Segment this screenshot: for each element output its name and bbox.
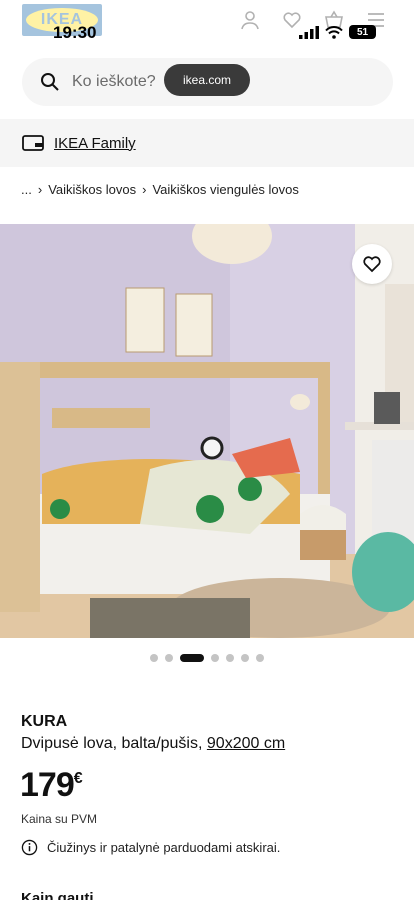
signal-icon: [299, 25, 319, 39]
breadcrumb-item[interactable]: Vaikiškos lovos: [48, 182, 136, 197]
product-price: 179€: [20, 766, 83, 805]
wifi-icon: [325, 25, 343, 39]
product-size-link[interactable]: 90x200 cm: [207, 735, 285, 752]
next-section-heading: Kain gauti: [21, 890, 94, 900]
price-value: 179: [20, 766, 75, 804]
carousel-dot[interactable]: [256, 654, 264, 662]
carousel-dots: [0, 654, 414, 662]
search-icon: [41, 73, 59, 91]
search-placeholder: Ko ieškote?: [72, 73, 156, 90]
carousel-dot[interactable]: [150, 654, 158, 662]
carousel-dot[interactable]: [165, 654, 173, 662]
price-currency: €: [73, 770, 83, 787]
breadcrumb-item[interactable]: Vaikiškos viengulės lovos: [152, 182, 298, 197]
status-icons: 51: [299, 25, 376, 39]
breadcrumb-ellipsis[interactable]: ...: [21, 182, 32, 197]
product-description: Dvipusė lova, balta/pušis,: [21, 735, 203, 752]
favorite-button[interactable]: [352, 244, 392, 284]
breadcrumb: ... › Vaikiškos lovos › Vaikiškos viengu…: [21, 182, 299, 197]
chevron-right-icon: ›: [37, 182, 43, 197]
user-icon[interactable]: [240, 10, 260, 30]
vat-note: Kaina su PVM: [21, 812, 98, 826]
carousel-dot[interactable]: [211, 654, 219, 662]
info-note: Čiužinys ir patalynė parduodami atskirai…: [21, 839, 280, 856]
heart-outline-icon: [363, 256, 381, 273]
product-name: KURA: [21, 713, 68, 730]
status-time: 19:30: [53, 23, 97, 42]
product-photo-illustration: [0, 224, 414, 638]
product-image[interactable]: [0, 224, 414, 638]
card-icon: [22, 135, 44, 151]
product-description-row: Dvipusė lova, balta/pušis, 90x200 cm: [21, 735, 285, 753]
info-note-text: Čiužinys ir patalynė parduodami atskirai…: [47, 840, 281, 855]
ikea-family-banner[interactable]: IKEA Family: [0, 119, 414, 167]
battery-icon: 51: [349, 25, 376, 39]
url-pill[interactable]: ikea.com: [164, 64, 250, 96]
chevron-right-icon: ›: [142, 182, 147, 197]
ikea-family-link[interactable]: IKEA Family: [54, 135, 136, 152]
info-icon: [21, 839, 38, 856]
carousel-dot[interactable]: [180, 654, 204, 662]
top-bar: IKEA 19:30 51: [0, 0, 414, 52]
carousel-dot[interactable]: [241, 654, 249, 662]
carousel-dot[interactable]: [226, 654, 234, 662]
